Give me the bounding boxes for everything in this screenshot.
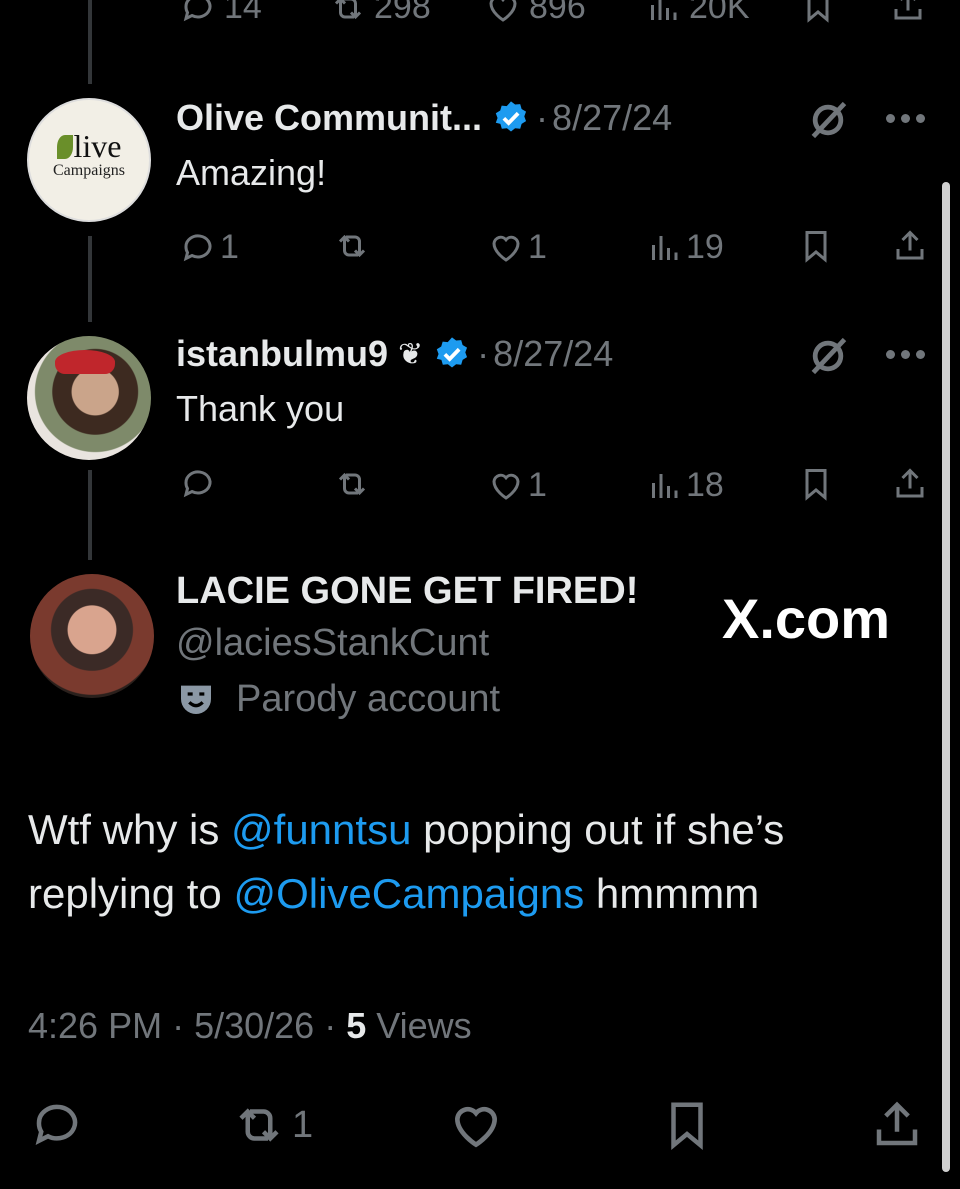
- post-date[interactable]: 8/27/24: [552, 97, 672, 139]
- reply-button[interactable]: [180, 466, 216, 502]
- bookmark-button[interactable]: [798, 228, 834, 264]
- post-time: 4:26 PM: [28, 1005, 163, 1046]
- reply-count: 1: [220, 228, 239, 266]
- like-button[interactable]: 896: [485, 0, 586, 27]
- share-button[interactable]: [892, 466, 928, 502]
- repost-button[interactable]: 298: [330, 0, 431, 27]
- share-button[interactable]: [870, 1098, 924, 1152]
- thread-line: [88, 0, 92, 84]
- x-watermark: X.com: [722, 587, 891, 650]
- headscarf: [55, 350, 115, 374]
- separator-dot: ·: [477, 333, 490, 374]
- share-button[interactable]: [892, 228, 928, 264]
- like-button[interactable]: 1: [488, 228, 547, 267]
- heart-icon: [492, 473, 520, 500]
- repost-button[interactable]: [334, 228, 370, 264]
- reply-button[interactable]: 14: [180, 0, 262, 27]
- display-name[interactable]: istanbulmu9: [176, 333, 388, 375]
- avatar[interactable]: live Campaigns: [27, 98, 151, 222]
- bookmark-button[interactable]: [800, 0, 836, 24]
- views-button[interactable]: 20K: [645, 0, 750, 27]
- parody-label: Parody account: [176, 676, 500, 722]
- repost-count: 1: [292, 1103, 314, 1146]
- like-count: 1: [528, 228, 547, 266]
- more-options-button[interactable]: [886, 114, 925, 123]
- like-button[interactable]: [448, 1098, 504, 1154]
- bookmark-icon: [671, 1102, 703, 1151]
- heart-icon: [489, 0, 517, 22]
- user-handle[interactable]: @laciesStankCunt: [176, 622, 489, 665]
- bookmark-button[interactable]: [660, 1098, 714, 1152]
- reply-text: Thank you: [176, 388, 345, 429]
- repost-icon: [338, 234, 366, 258]
- reply-text: Amazing!: [176, 152, 327, 193]
- reply-icon: [35, 1104, 78, 1145]
- reply-icon: [183, 233, 212, 261]
- grok-icon[interactable]: [806, 98, 850, 142]
- display-name[interactable]: LACIE GONE GET FIRED!: [176, 570, 638, 613]
- repost-button[interactable]: [334, 466, 370, 502]
- olive-leaf-icon: [56, 135, 73, 159]
- reply-icon: [183, 470, 212, 498]
- heart-icon: [492, 235, 520, 262]
- repost-count: 298: [374, 0, 431, 26]
- views-icon: [651, 0, 677, 20]
- thread-line: [88, 236, 92, 322]
- repost-icon: [334, 0, 362, 19]
- repost-button[interactable]: 1: [232, 1098, 313, 1152]
- share-icon: [876, 1101, 918, 1146]
- views-count: 18: [686, 466, 724, 504]
- display-name[interactable]: Olive Communit...: [176, 97, 482, 139]
- emoji-badge: ❦: [398, 337, 424, 371]
- reply-count: 14: [224, 0, 262, 26]
- repost-icon: [338, 472, 366, 496]
- grok-icon[interactable]: [806, 334, 850, 378]
- post-timestamp: 4:26 PM · 5/30/26 · 5 Views: [28, 1004, 472, 1048]
- bookmark-icon: [805, 231, 827, 263]
- like-button[interactable]: 1: [488, 466, 547, 505]
- views-button[interactable]: 19: [646, 228, 724, 267]
- more-options-button[interactable]: [886, 350, 925, 359]
- views-icon: [652, 473, 678, 498]
- avatar[interactable]: [27, 336, 151, 460]
- bookmark-icon: [807, 0, 829, 23]
- bookmark-icon: [805, 469, 827, 501]
- like-count: 896: [529, 0, 586, 26]
- reply-header: istanbulmu9 ❦ · 8/27/24: [176, 332, 613, 376]
- post-date[interactable]: 8/27/24: [493, 333, 613, 375]
- share-button[interactable]: [890, 0, 926, 24]
- theater-mask-icon: [181, 685, 211, 714]
- separator-dot: ·: [536, 97, 549, 138]
- reply-button[interactable]: 1: [180, 228, 239, 267]
- verified-badge-icon: [495, 101, 527, 132]
- views-count: 20K: [689, 0, 750, 26]
- separator-dot: ·: [172, 1005, 185, 1046]
- bookmark-button[interactable]: [798, 466, 834, 502]
- scrollbar[interactable]: [942, 182, 950, 1172]
- mention-link[interactable]: @funntsu: [231, 806, 411, 853]
- views-icon: [652, 235, 678, 260]
- verified-badge-icon: [436, 337, 468, 368]
- repost-icon: [239, 1108, 279, 1142]
- mention-link[interactable]: @OliveCampaigns: [233, 870, 584, 917]
- post-date: 5/30/26: [194, 1005, 315, 1046]
- share-icon: [894, 0, 922, 20]
- views-count: 19: [686, 228, 724, 266]
- post-text: Wtf why is @funntsu popping out if she’s…: [28, 806, 785, 917]
- share-icon: [896, 468, 924, 498]
- thread-line: [88, 470, 92, 560]
- views-label[interactable]: Views: [376, 1005, 471, 1047]
- olive-logo: live Campaigns: [53, 128, 125, 179]
- views-count: 5: [346, 1005, 367, 1046]
- separator-dot: ·: [324, 1005, 337, 1046]
- reply-icon: [183, 0, 212, 21]
- like-count: 1: [528, 466, 547, 504]
- avatar[interactable]: [30, 574, 154, 698]
- reply-header: Olive Communit... · 8/27/24: [176, 96, 672, 140]
- views-button[interactable]: 18: [646, 466, 724, 505]
- heart-icon: [454, 1106, 498, 1148]
- reply-button[interactable]: [30, 1098, 84, 1152]
- share-icon: [896, 230, 924, 260]
